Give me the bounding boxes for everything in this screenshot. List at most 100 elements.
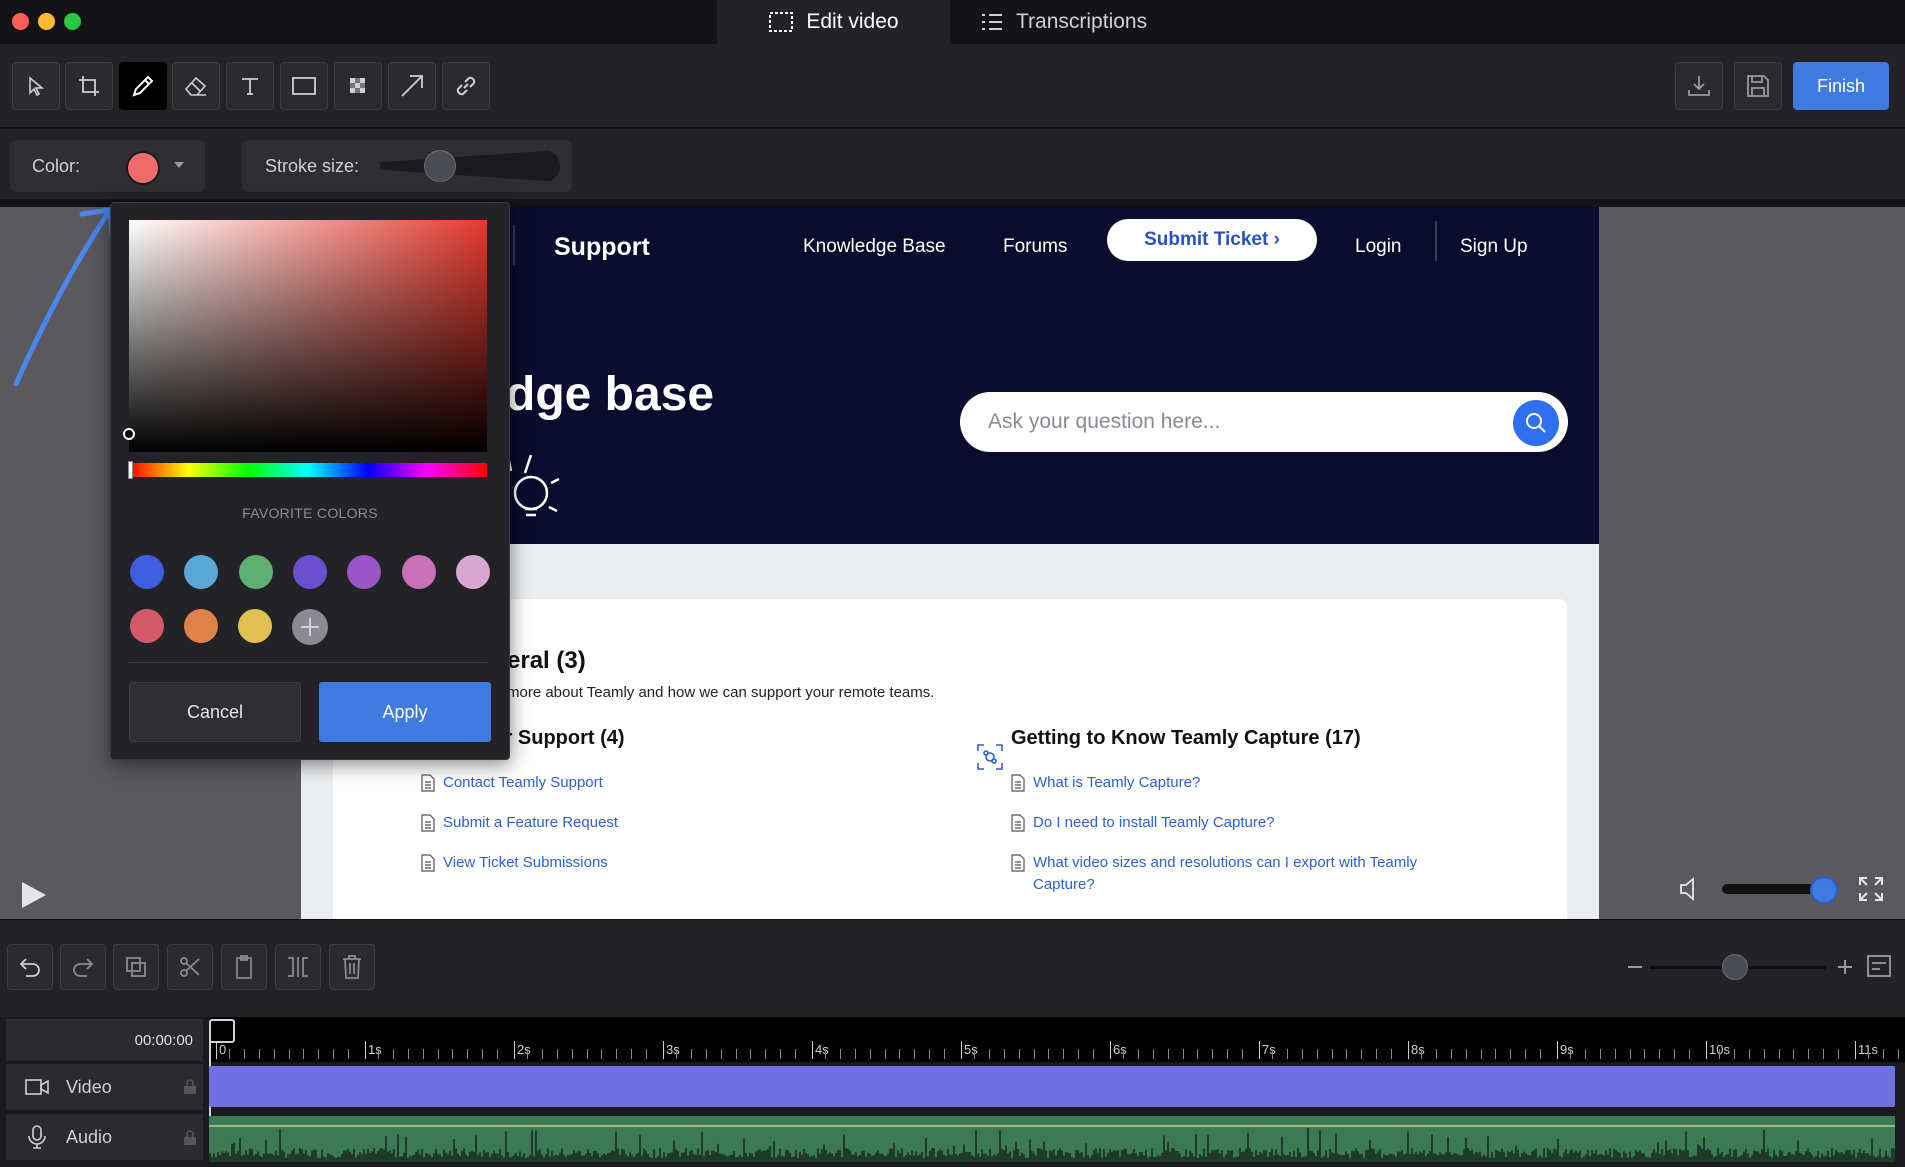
color-swatch[interactable] <box>401 555 436 589</box>
rectangle-tool-button[interactable] <box>280 62 328 110</box>
fit-timeline-button[interactable] <box>1866 954 1892 978</box>
ruler-tick <box>1763 1049 1765 1059</box>
list-item: View Ticket Submissions <box>421 854 608 872</box>
rectangle-icon <box>291 76 317 96</box>
redo-button[interactable] <box>60 944 106 990</box>
ruler-tick <box>1137 1049 1139 1059</box>
playhead[interactable] <box>209 1019 235 1043</box>
volume-slider-handle[interactable] <box>1810 876 1838 904</box>
zoom-in-button[interactable] <box>1836 958 1854 976</box>
ruler-tick <box>1480 1049 1482 1059</box>
add-color-button[interactable] <box>292 609 328 645</box>
document-icon <box>421 854 435 872</box>
undo-button[interactable] <box>7 944 53 990</box>
split-button[interactable] <box>275 944 321 990</box>
ruler-tick <box>1674 1049 1676 1059</box>
color-cursor[interactable] <box>123 428 135 440</box>
play-button[interactable] <box>18 880 48 910</box>
hue-slider-handle[interactable] <box>128 461 133 479</box>
text-tool-button[interactable] <box>226 62 274 110</box>
nav-sign-up: Sign Up <box>1460 236 1528 257</box>
ruler-tick <box>1301 1049 1303 1059</box>
close-window-button[interactable] <box>12 13 29 30</box>
volume-button[interactable] <box>1678 876 1704 902</box>
plus-icon <box>298 615 322 639</box>
crop-tool-button[interactable] <box>65 62 113 110</box>
ruler-tick <box>1793 1049 1795 1059</box>
list-icon <box>980 11 1004 33</box>
zoom-out-button[interactable] <box>1626 958 1644 976</box>
color-swatch[interactable] <box>130 609 164 643</box>
apply-button[interactable]: Apply <box>319 682 491 742</box>
ruler-tick <box>795 1049 797 1059</box>
download-button[interactable] <box>1675 62 1723 110</box>
tab-edit-video[interactable]: Edit video <box>717 0 950 44</box>
minimize-window-button[interactable] <box>38 13 55 30</box>
delete-button[interactable] <box>329 944 375 990</box>
stroke-size-slider-handle[interactable] <box>424 150 456 182</box>
color-picker-button[interactable] <box>126 151 160 185</box>
document-icon <box>1011 814 1025 832</box>
ruler-tick-label: 1s <box>365 1041 382 1059</box>
time-ruler[interactable]: 01s2s3s4s5s6s7s8s9s10s11s <box>209 1017 1905 1062</box>
audio-clip[interactable] <box>209 1116 1895 1162</box>
article-link: Contact Teamly Support <box>443 774 603 791</box>
color-swatch[interactable] <box>184 555 219 589</box>
lock-icon[interactable] <box>183 1079 197 1095</box>
cancel-button[interactable]: Cancel <box>129 682 301 742</box>
lock-icon[interactable] <box>183 1130 197 1146</box>
ruler-tick <box>1271 1049 1273 1059</box>
ruler-tick <box>1659 1049 1661 1059</box>
ruler-tick <box>1733 1049 1735 1059</box>
eraser-tool-button[interactable] <box>172 62 220 110</box>
ruler-tick <box>571 1049 573 1059</box>
ruler-tick-label: 7s <box>1259 1041 1276 1059</box>
finish-button[interactable]: Finish <box>1793 62 1889 110</box>
color-swatch[interactable] <box>130 555 164 589</box>
hue-slider[interactable] <box>129 463 487 477</box>
blur-tool-button[interactable] <box>334 62 382 110</box>
select-tool-button[interactable] <box>12 62 60 110</box>
ruler-tick <box>377 1049 379 1059</box>
color-swatch[interactable] <box>238 609 272 643</box>
video-clip[interactable] <box>209 1066 1895 1107</box>
ruler-tick <box>526 1049 528 1059</box>
ruler-tick <box>720 1049 722 1059</box>
drawn-arrow-annotation[interactable] <box>10 200 120 390</box>
color-swatch[interactable] <box>455 555 490 589</box>
ruler-tick <box>1286 1049 1288 1059</box>
fullscreen-button[interactable] <box>1858 876 1884 902</box>
color-swatch[interactable] <box>292 555 327 589</box>
chevron-down-icon[interactable] <box>174 162 184 168</box>
zoom-slider-handle[interactable] <box>1722 954 1748 980</box>
ruler-tick <box>1525 1049 1527 1059</box>
tab-edit-video-label: Edit video <box>806 10 899 33</box>
capture-icon <box>977 744 1003 770</box>
minus-icon <box>1626 958 1644 976</box>
cut-button[interactable] <box>167 944 213 990</box>
color-swatch[interactable] <box>184 609 218 643</box>
ruler-tick <box>541 1049 543 1059</box>
save-button[interactable] <box>1734 62 1782 110</box>
pen-tool-button[interactable] <box>119 62 167 110</box>
duplicate-button[interactable] <box>113 944 159 990</box>
ruler-tick <box>437 1049 439 1059</box>
document-icon <box>421 774 435 792</box>
paste-button[interactable] <box>221 944 267 990</box>
arrow-tool-button[interactable] <box>388 62 436 110</box>
color-swatch[interactable] <box>238 555 273 589</box>
ruler-tick <box>1882 1049 1884 1059</box>
saturation-value-area[interactable] <box>129 220 487 452</box>
tab-transcriptions[interactable]: Transcriptions <box>960 0 1190 44</box>
volume-slider[interactable] <box>1722 884 1822 894</box>
speaker-icon <box>1678 876 1704 902</box>
ruler-tick <box>1093 1049 1095 1059</box>
ruler-tick <box>1540 1049 1542 1059</box>
link-tool-button[interactable] <box>442 62 490 110</box>
color-swatch[interactable] <box>347 555 382 589</box>
maximize-window-button[interactable] <box>64 13 81 30</box>
ruler-tick <box>228 1049 230 1059</box>
section-general-description: more about Teamly and how we can support… <box>507 684 935 701</box>
ruler-tick <box>914 1049 916 1059</box>
ruler-tick <box>303 1049 305 1059</box>
